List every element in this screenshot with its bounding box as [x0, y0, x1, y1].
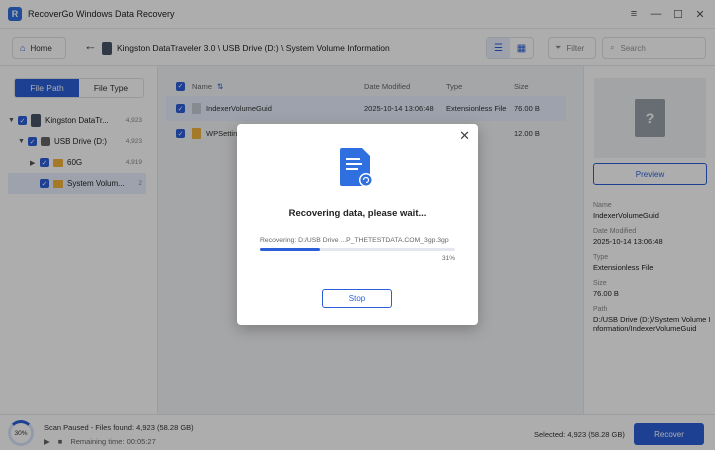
recovering-document-icon — [340, 148, 373, 187]
recovering-dialog: ✕ Recovering data, please wait... Recove… — [237, 124, 478, 325]
recovering-path: Recovering: D:/USB Drive ...P_THETESTDAT… — [260, 237, 449, 244]
recovery-progress-fill — [260, 248, 321, 251]
recovery-progress-bar — [260, 248, 455, 251]
dialog-title: Recovering data, please wait... — [288, 208, 427, 219]
stop-button[interactable]: Stop — [322, 289, 392, 308]
close-icon[interactable]: ✕ — [459, 128, 470, 144]
recovery-percent: 31% — [441, 255, 455, 262]
